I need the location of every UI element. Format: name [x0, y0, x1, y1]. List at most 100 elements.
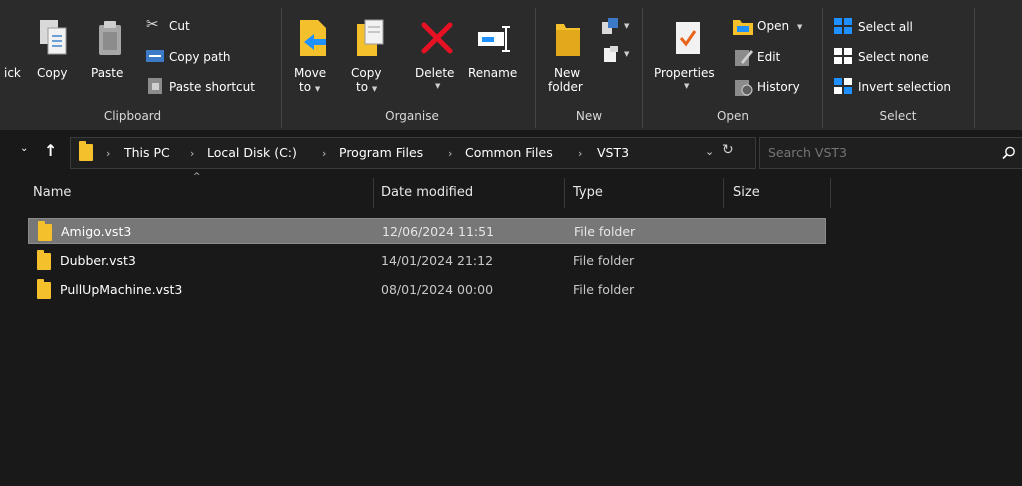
- breadcrumb-separator-icon: ›: [578, 147, 583, 160]
- copy-icon: [40, 20, 67, 55]
- delete-button[interactable]: Delete ▼: [411, 16, 463, 100]
- search-icon[interactable]: [1002, 146, 1016, 160]
- scissors-icon: ✂: [146, 15, 159, 33]
- file-name: PullUpMachine.vst3: [60, 282, 183, 297]
- chevron-down-icon: ▼: [624, 22, 630, 30]
- edit-button[interactable]: Edit: [733, 46, 803, 66]
- clipboard-icon: [99, 21, 121, 55]
- invert-selection-icon: [834, 78, 852, 94]
- select-none-button[interactable]: Select none: [834, 47, 944, 67]
- file-type: File folder: [573, 253, 635, 268]
- copy-to-icon: [357, 19, 384, 56]
- easy-access-icon: [604, 46, 618, 62]
- open-button[interactable]: Open ▼: [733, 16, 823, 36]
- select-group-title: Select: [879, 109, 917, 123]
- search-input[interactable]: [768, 140, 988, 164]
- file-name: Amigo.vst3: [61, 224, 132, 239]
- delete-x-icon: [421, 22, 453, 54]
- clipboard-group-title: Clipboard: [103, 109, 162, 123]
- table-row[interactable]: PullUpMachine.vst3 08/01/2024 00:00 File…: [28, 277, 826, 303]
- move-to-button[interactable]: Move to ▼: [292, 16, 336, 100]
- column-header-size[interactable]: Size: [733, 185, 760, 200]
- column-divider[interactable]: [830, 178, 831, 208]
- new-group-title: New: [575, 109, 603, 123]
- new-folder-button[interactable]: New folder: [544, 16, 594, 100]
- new-item-button[interactable]: ▼: [598, 16, 634, 36]
- select-all-label: Select all: [858, 20, 913, 34]
- open-folder-icon: [733, 20, 753, 35]
- breadcrumb-local-disk[interactable]: Local Disk (C:): [207, 145, 297, 160]
- recent-locations-chevron-icon[interactable]: ⌄: [20, 143, 36, 159]
- chevron-down-icon: ▼: [797, 23, 803, 31]
- refresh-icon[interactable]: ↻: [722, 142, 734, 158]
- table-row[interactable]: Dubber.vst3 14/01/2024 21:12 File folder: [28, 248, 826, 274]
- file-date: 12/06/2024 11:51: [382, 224, 495, 239]
- copy-path-button[interactable]: Copy path: [146, 47, 266, 67]
- breadcrumb-program-files[interactable]: Program Files: [339, 145, 423, 160]
- select-all-icon: [834, 18, 852, 34]
- copy-label: Copy: [37, 66, 68, 80]
- delete-label: Delete: [415, 66, 455, 80]
- column-divider[interactable]: [564, 178, 565, 208]
- column-header-name[interactable]: Name: [33, 185, 71, 200]
- history-button[interactable]: History: [733, 76, 813, 96]
- column-divider[interactable]: [373, 178, 374, 208]
- group-divider: [281, 8, 282, 128]
- new-folder-icon: [556, 24, 580, 56]
- properties-label: Properties: [654, 66, 715, 80]
- pin-to-quick-access-label[interactable]: ick: [4, 66, 21, 80]
- table-row[interactable]: Amigo.vst3 12/06/2024 11:51 File folder: [28, 218, 826, 244]
- paste-label: Paste: [91, 66, 124, 80]
- copy-button[interactable]: Copy: [34, 18, 76, 88]
- select-all-button[interactable]: Select all: [834, 17, 934, 37]
- chevron-down-icon: ▼: [371, 85, 378, 93]
- cut-button[interactable]: ✂ Cut: [146, 15, 256, 36]
- sort-ascending-icon: ^: [193, 172, 201, 182]
- new-item-icon: [602, 18, 618, 34]
- column-header-type[interactable]: Type: [573, 185, 603, 200]
- chevron-down-icon: ▼: [624, 50, 630, 58]
- properties-button[interactable]: Properties ▼: [650, 16, 726, 100]
- file-type: File folder: [573, 282, 635, 297]
- history-icon: [735, 80, 753, 96]
- breadcrumb-common-files[interactable]: Common Files: [465, 145, 553, 160]
- easy-access-button[interactable]: ▼: [598, 44, 634, 64]
- open-label: Open: [757, 19, 790, 33]
- up-arrow-icon[interactable]: ↑: [44, 141, 57, 160]
- history-label: History: [757, 80, 800, 94]
- breadcrumb-separator-icon: ›: [322, 147, 327, 160]
- folder-icon: [37, 279, 51, 299]
- file-type: File folder: [574, 224, 636, 239]
- copy-path-label: Copy path: [169, 50, 231, 64]
- select-none-icon: [834, 48, 852, 64]
- properties-icon: [676, 22, 700, 54]
- file-date: 08/01/2024 00:00: [381, 282, 494, 297]
- chevron-down-icon: ▼: [435, 82, 441, 90]
- breadcrumb-vst3[interactable]: VST3: [597, 145, 629, 160]
- open-group-title: Open: [716, 109, 750, 123]
- copy-path-icon: [146, 50, 164, 62]
- file-name: Dubber.vst3: [60, 253, 136, 268]
- breadcrumb-this-pc[interactable]: This PC: [124, 145, 170, 160]
- organise-group-title: Organise: [385, 109, 439, 123]
- column-divider[interactable]: [723, 178, 724, 208]
- copy-to-label-2: to: [356, 80, 369, 94]
- group-divider: [535, 8, 536, 128]
- rename-label: Rename: [468, 66, 518, 80]
- move-to-label-1: Move: [294, 66, 327, 80]
- column-header-date-modified[interactable]: Date modified: [381, 185, 473, 200]
- rename-button[interactable]: Rename: [466, 16, 524, 86]
- paste-button[interactable]: Paste: [88, 18, 132, 88]
- chevron-down-icon: ▼: [684, 82, 690, 90]
- group-divider: [974, 8, 975, 128]
- new-folder-label-2: folder: [548, 80, 583, 94]
- paste-shortcut-icon: [148, 78, 162, 94]
- cut-label: Cut: [169, 19, 190, 33]
- invert-selection-button[interactable]: Invert selection: [834, 77, 969, 97]
- breadcrumb-separator-icon: ›: [448, 147, 453, 160]
- address-history-chevron-icon[interactable]: ⌄: [705, 145, 714, 158]
- copy-to-button[interactable]: Copy to ▼: [349, 16, 393, 100]
- paste-shortcut-button[interactable]: Paste shortcut: [146, 77, 271, 97]
- folder-icon: [79, 141, 93, 161]
- group-divider: [822, 8, 823, 128]
